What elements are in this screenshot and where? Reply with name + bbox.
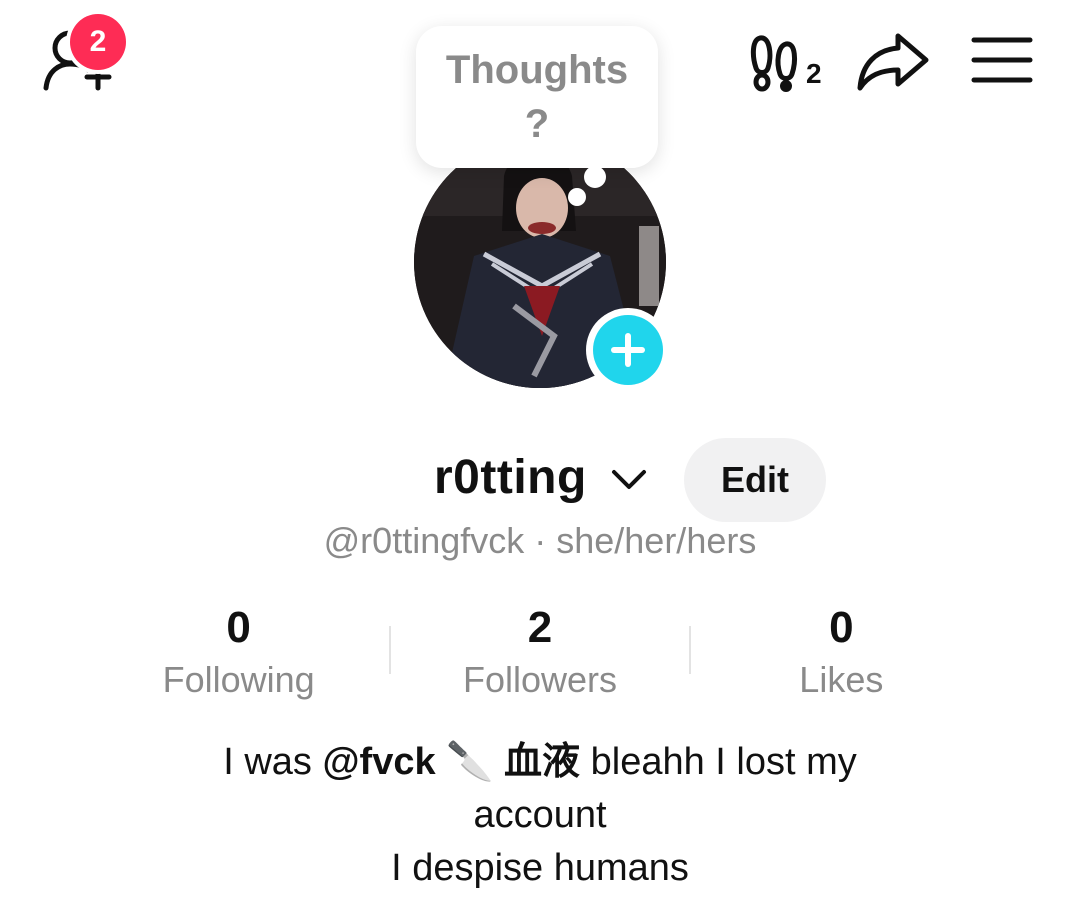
bio-cjk-text: 血液	[504, 741, 581, 783]
display-name[interactable]: r0tting	[434, 450, 587, 505]
thoughts-text: Thoughts ?	[445, 48, 629, 146]
bio-line-2: account	[473, 794, 607, 836]
bio-line-3: I despise humans	[391, 847, 689, 889]
bio-line-1: I was @fvck 🔪 血液 bleahh I lost my	[0, 736, 1080, 789]
stats-row: 0 Following 2 Followers 0 Likes	[88, 600, 992, 710]
edit-profile-button[interactable]: Edit	[684, 438, 826, 522]
bio-prefix: I was	[223, 741, 323, 783]
profile-page: 2 2 Thoughts ? r0tting Edit @r0ttingfvck…	[0, 0, 1080, 916]
bio-mention-link[interactable]: @fvck	[322, 741, 435, 783]
stat-following[interactable]: 0 Following	[88, 600, 389, 710]
likes-label: Likes	[799, 659, 884, 700]
stat-followers[interactable]: 2 Followers	[389, 600, 691, 710]
following-count: 0	[226, 603, 251, 652]
thought-bubble-tail-dot	[568, 188, 586, 206]
thought-bubble-tail	[584, 166, 606, 188]
plus-icon	[611, 333, 645, 367]
likes-count: 0	[829, 603, 854, 652]
stat-divider	[389, 626, 392, 674]
share-button[interactable]	[852, 26, 936, 96]
knife-emoji: 🔪	[446, 741, 494, 783]
friend-request-badge: 2	[70, 14, 126, 70]
share-arrow-icon	[857, 33, 929, 91]
add-story-button[interactable]	[586, 308, 670, 392]
followers-count: 2	[527, 603, 553, 652]
hamburger-menu-icon	[971, 37, 1033, 83]
bio: I was @fvck 🔪 血液 bleahh I lost my accoun…	[0, 736, 1080, 895]
add-story-circle	[593, 315, 663, 385]
thoughts-bubble[interactable]: Thoughts ?	[416, 26, 658, 168]
chevron-down-icon[interactable]	[608, 462, 650, 496]
name-row: r0tting Edit	[0, 438, 1080, 522]
following-label: Following	[162, 659, 315, 700]
profile-views-count: 2	[806, 58, 822, 89]
handle-pronouns: @r0ttingfvck · she/her/hers	[323, 520, 757, 561]
followers-label: Followers	[462, 659, 618, 700]
stat-likes[interactable]: 0 Likes	[691, 600, 992, 710]
bio-suffix: bleahh I lost my	[580, 741, 857, 783]
menu-button[interactable]	[966, 28, 1038, 92]
